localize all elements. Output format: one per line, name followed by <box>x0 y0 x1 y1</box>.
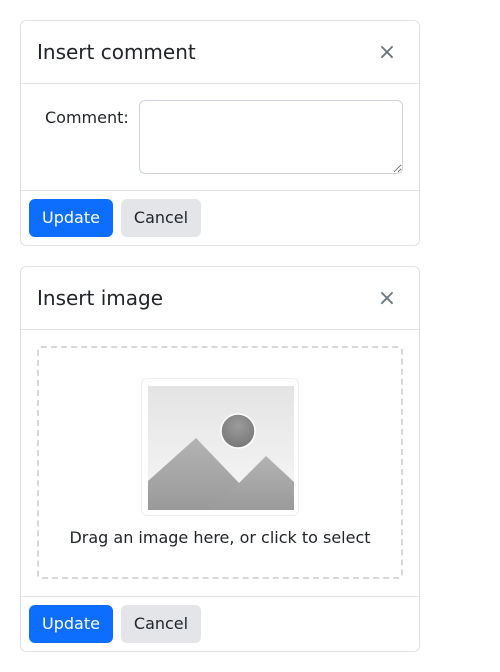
image-dropzone[interactable]: Drag an image here, or click to select <box>37 346 403 579</box>
dropzone-instructions: Drag an image here, or click to select <box>69 528 371 547</box>
update-button[interactable]: Update <box>29 605 113 643</box>
cancel-button[interactable]: Cancel <box>121 605 201 643</box>
update-button[interactable]: Update <box>29 199 113 237</box>
dialog-footer: Update Cancel <box>21 597 419 651</box>
insert-image-dialog: Insert image × Drag an image here, or cl… <box>20 266 420 652</box>
image-placeholder-icon <box>148 386 294 510</box>
comment-label: Comment: <box>45 108 129 127</box>
close-icon[interactable]: × <box>375 41 399 65</box>
dialog-body: Drag an image here, or click to select <box>21 330 419 597</box>
close-icon[interactable]: × <box>375 287 399 311</box>
insert-comment-dialog: Insert comment × Comment: Update Cancel <box>20 20 420 246</box>
comment-input[interactable] <box>139 100 403 174</box>
cancel-button[interactable]: Cancel <box>121 199 201 237</box>
dialog-footer: Update Cancel <box>21 191 419 245</box>
image-placeholder <box>141 378 299 516</box>
dialog-header: Insert comment × <box>21 21 419 84</box>
dialog-title: Insert image <box>37 286 164 310</box>
dialog-title: Insert comment <box>37 40 196 64</box>
dialog-header: Insert image × <box>21 267 419 330</box>
dialog-body: Comment: <box>21 84 419 191</box>
